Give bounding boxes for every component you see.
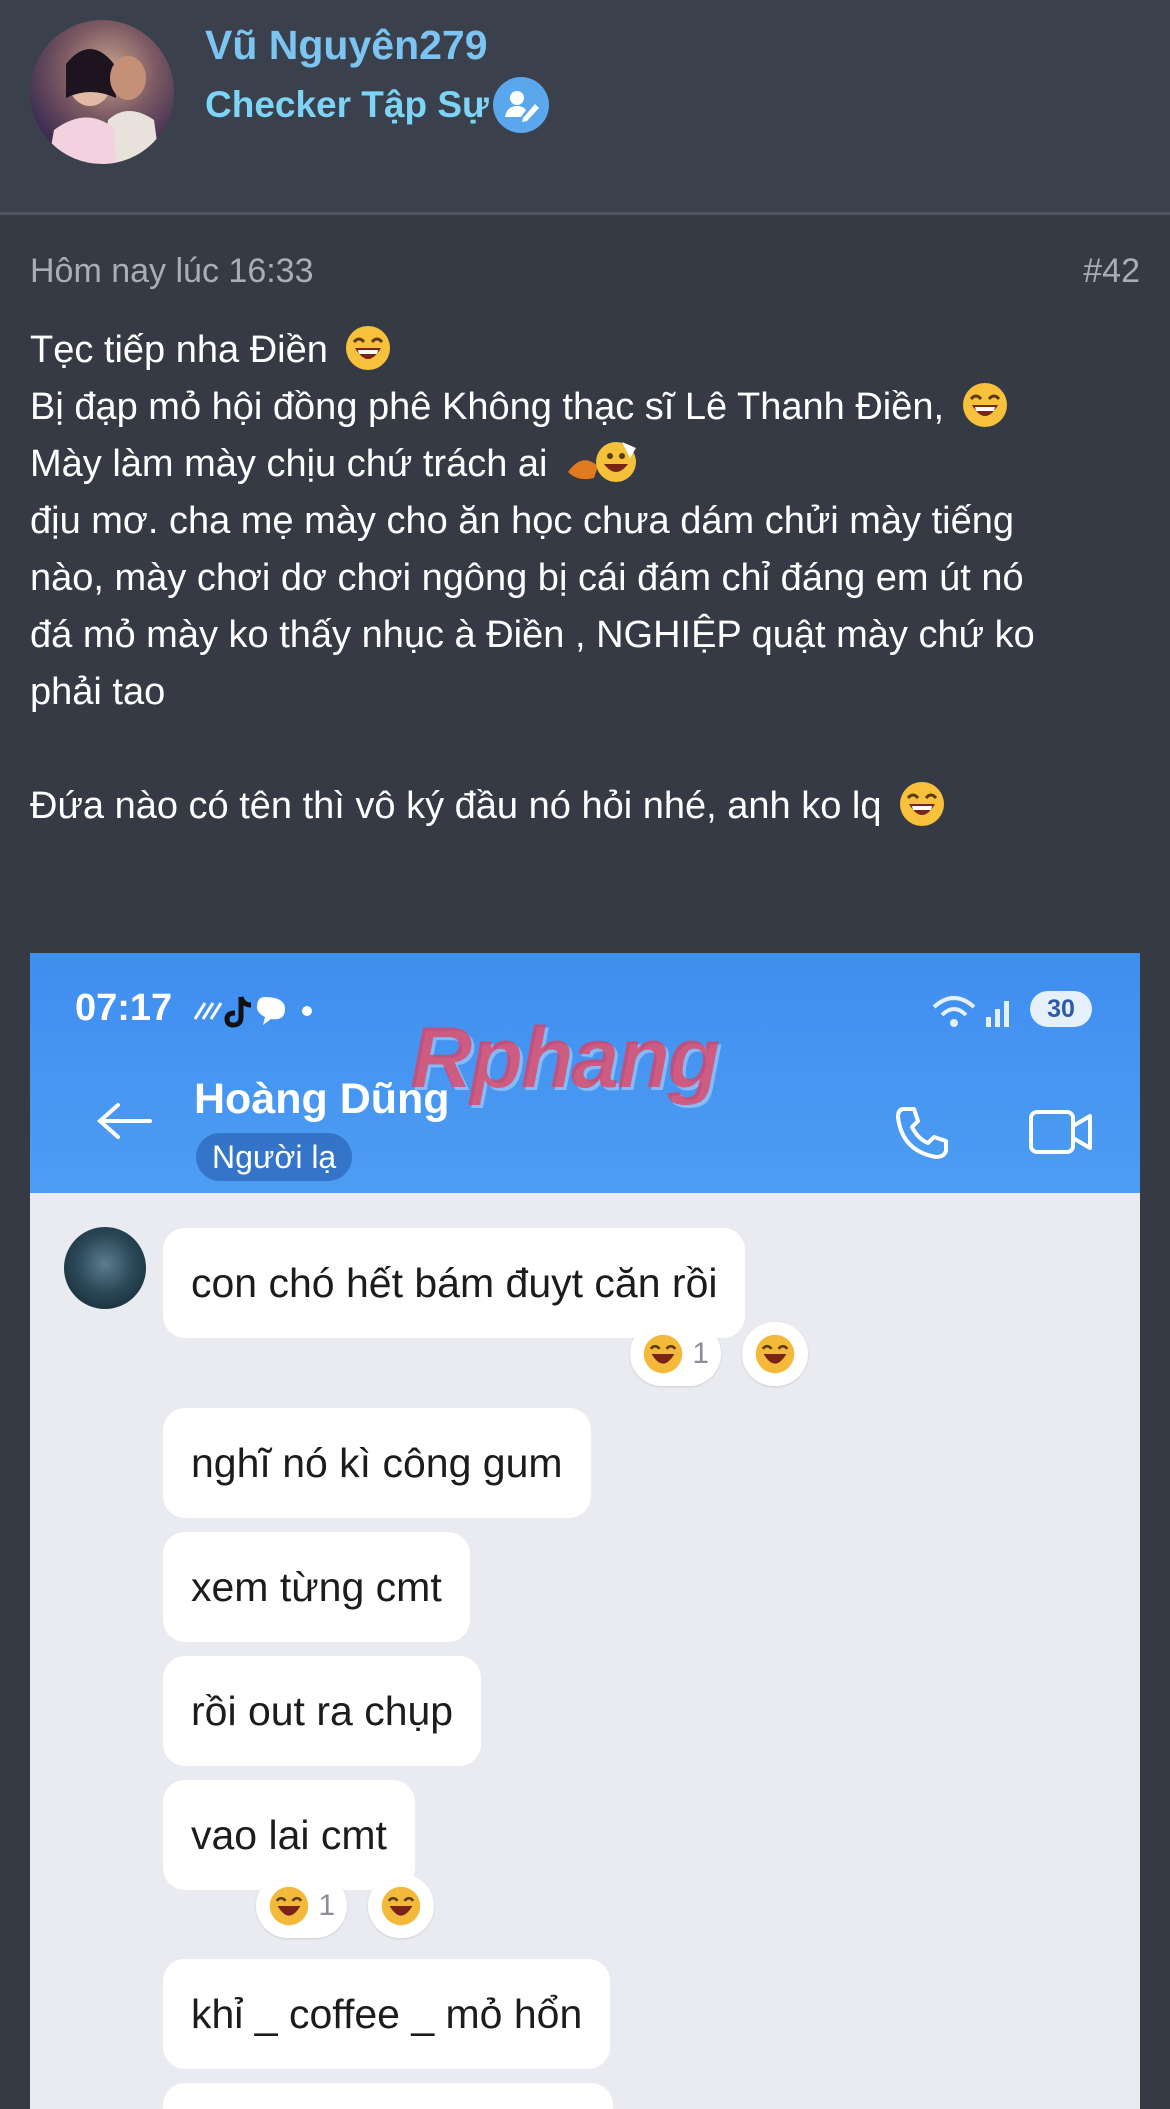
post-spacer	[30, 721, 1150, 778]
chat-message[interactable]: nghĩ nó kì công gum	[163, 1408, 591, 1518]
stranger-tag: Người lạ	[196, 1133, 353, 1181]
laugh-emoji-icon	[962, 383, 1007, 427]
post-line-text: đá mỏ mày ko thấy nhục à Điền , NGHIỆP q…	[30, 614, 1035, 656]
chat-message[interactable]: rồi out ra chụp	[163, 1656, 482, 1766]
post-line: Mày làm mày chịu chứ trách ai	[30, 436, 1150, 493]
post-line: đá mỏ mày ko thấy nhục à Điền , NGHIỆP q…	[30, 607, 1150, 664]
post-line: địu mơ. cha mẹ mày cho ăn học chưa dám c…	[30, 493, 1150, 550]
video-call-icon[interactable]	[1028, 1106, 1094, 1158]
post-line-text: Đứa nào có tên thì vô ký đầu nó hỏi nhé,…	[30, 785, 882, 827]
author-username[interactable]: Vũ Nguyên279	[205, 22, 488, 69]
avatar-photo-icon	[48, 49, 160, 164]
author-avatar[interactable]	[30, 20, 174, 164]
post-author-header: Vũ Nguyên279 Checker Tập Sự	[0, 0, 1170, 215]
fire-laugh-emoji-icon	[568, 442, 637, 482]
laugh-emoji-icon	[900, 782, 945, 826]
post-line-text: Tẹc tiếp nha Điền	[30, 329, 328, 371]
post-timestamp: Hôm nay lúc 16:33	[30, 252, 314, 290]
post-line-text: nào, mày chơi dơ chơi ngông bị cái đám c…	[30, 557, 1024, 599]
post-line-text: phải tao	[30, 671, 166, 713]
chat-message[interactable]: con chó hết bám đuyt căn rồi	[163, 1228, 746, 1338]
watermark: Rphang	[410, 1010, 720, 1106]
post-line: Bị đạp mỏ hội đồng phê Không thạc sĩ Lê …	[30, 379, 1150, 436]
chat-message[interactable]: vao lai cmt	[163, 1780, 415, 1890]
chat-message[interactable]: khỉ _ coffee _ mỏ hổn	[163, 1959, 611, 2069]
post-line: phải tao	[30, 664, 1150, 721]
post-line: Tẹc tiếp nha Điền	[30, 322, 1150, 379]
tiktok-icon	[224, 997, 244, 1028]
post-number-link[interactable]: #42	[1083, 252, 1140, 291]
embedded-chat-screenshot[interactable]: 07:17 30 Rphang Hoàng Dũng Người lạ con …	[30, 953, 1140, 2109]
back-arrow-icon[interactable]	[96, 1101, 152, 1141]
status-notification-icons	[193, 996, 312, 1028]
author-rank-title: Checker Tập Sự	[205, 84, 489, 125]
signal-icon	[986, 1017, 991, 1027]
chat-contact-name[interactable]: Hoàng Dũng	[194, 1075, 450, 1124]
wifi-icon	[932, 996, 976, 1009]
contact-avatar[interactable]	[64, 1227, 146, 1309]
post-line: Đứa nào có tên thì vô ký đầu nó hỏi nhé,…	[30, 778, 1150, 835]
battery-indicator: 30	[1030, 991, 1092, 1027]
verified-badge-icon	[493, 77, 549, 133]
post-line-text: địu mơ. cha mẹ mày cho ăn học chưa dám c…	[30, 500, 1015, 542]
post-line: nào, mày chơi dơ chơi ngông bị cái đám c…	[30, 550, 1150, 607]
laugh-emoji-icon	[346, 326, 391, 370]
chat-header: 07:17 30 Rphang Hoàng Dũng Người lạ	[30, 953, 1140, 1193]
chat-message[interactable]: xem từng cmt	[163, 1532, 470, 1642]
phone-icon[interactable]	[892, 1103, 950, 1161]
post-line-text: Mày làm mày chịu chứ trách ai	[30, 443, 548, 485]
chat-message-partial[interactable]	[163, 2083, 613, 2109]
post-page: Vũ Nguyên279 Checker Tập Sự Hôm nay lúc …	[0, 0, 1170, 2109]
status-time: 07:17	[75, 987, 173, 1029]
post-content: Tẹc tiếp nha Điền Bị đạp mỏ hội đồng phê…	[30, 322, 1150, 835]
post-line-text: Bị đạp mỏ hội đồng phê Không thạc sĩ Lê …	[30, 386, 945, 428]
